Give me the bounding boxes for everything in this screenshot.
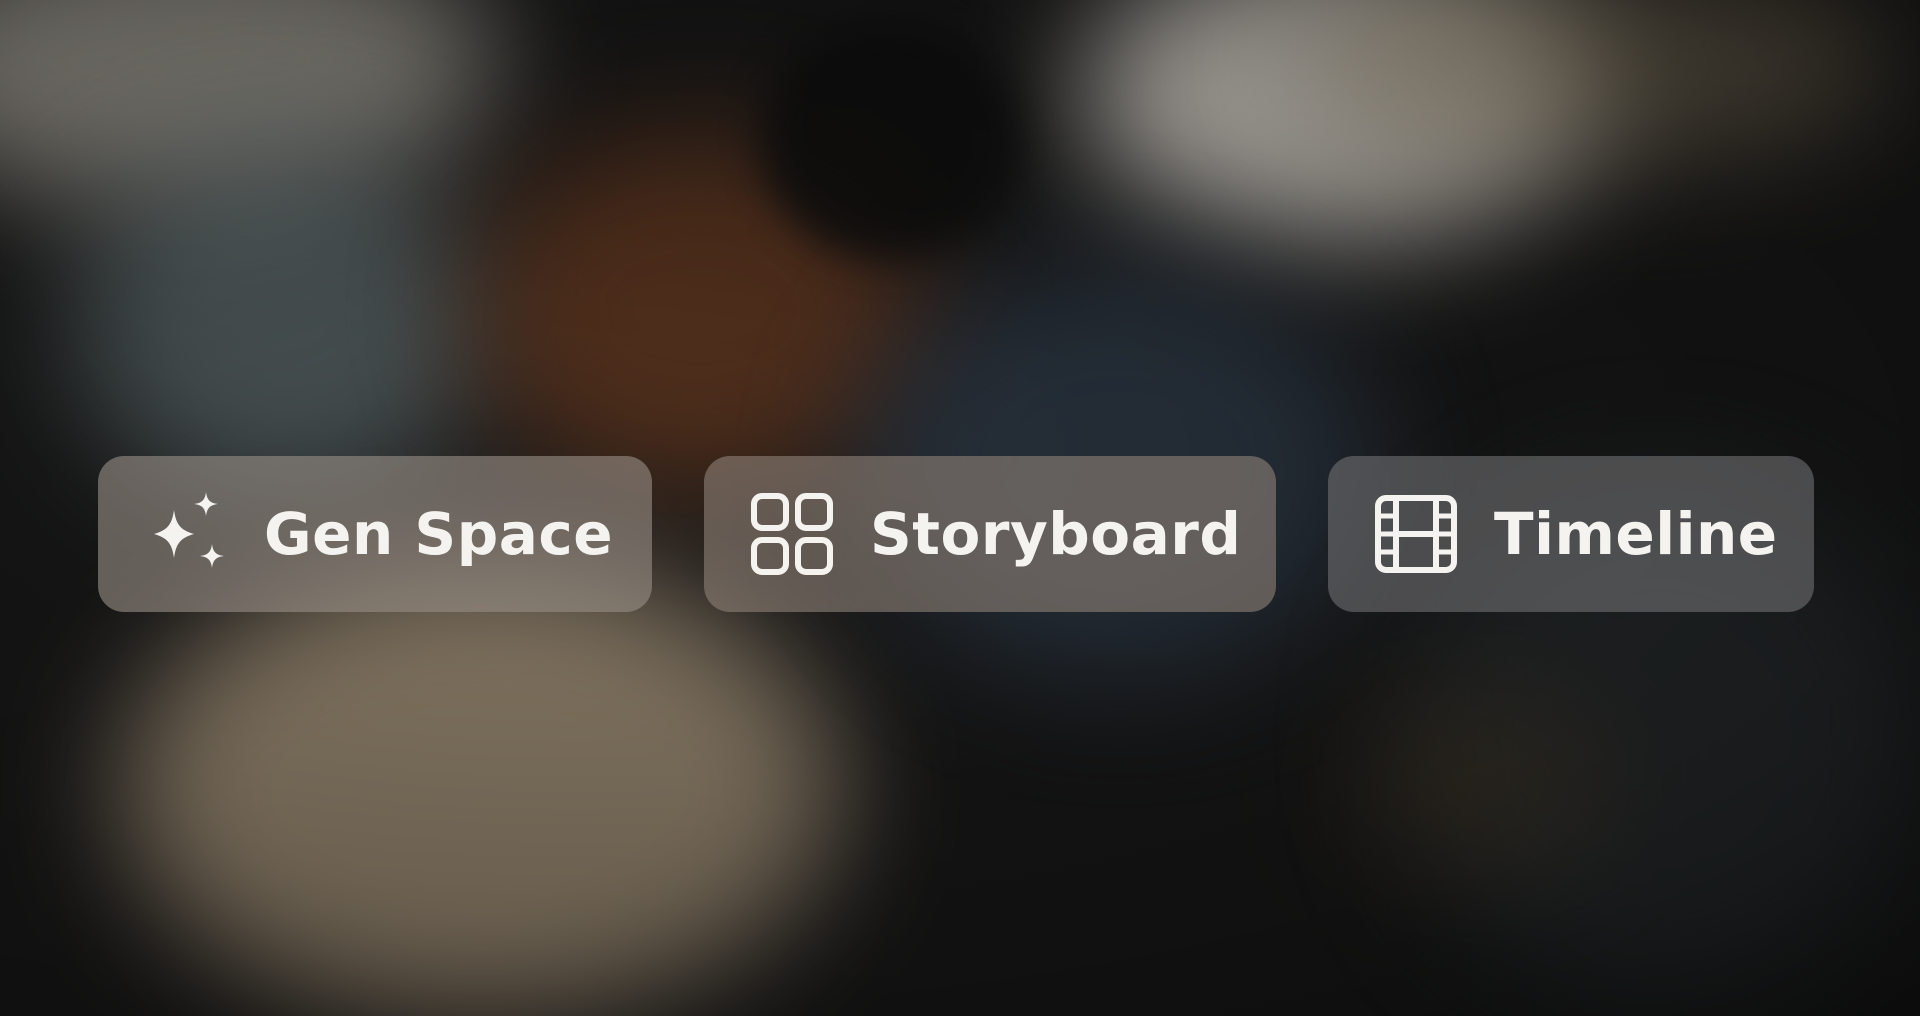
storyboard-label: Storyboard [870, 500, 1242, 568]
sparkles-icon [140, 488, 232, 580]
timeline-button[interactable]: Timeline [1328, 456, 1814, 612]
gen-space-label: Gen Space [264, 500, 614, 568]
grid-icon [746, 488, 838, 580]
mode-switcher: Gen Space Storyboard Timeline [98, 456, 1814, 612]
app-background: Gen Space Storyboard Timeline [0, 0, 1920, 1016]
film-icon [1370, 488, 1462, 580]
gen-space-button[interactable]: Gen Space [98, 456, 652, 612]
storyboard-button[interactable]: Storyboard [704, 456, 1276, 612]
timeline-label: Timeline [1494, 500, 1778, 568]
